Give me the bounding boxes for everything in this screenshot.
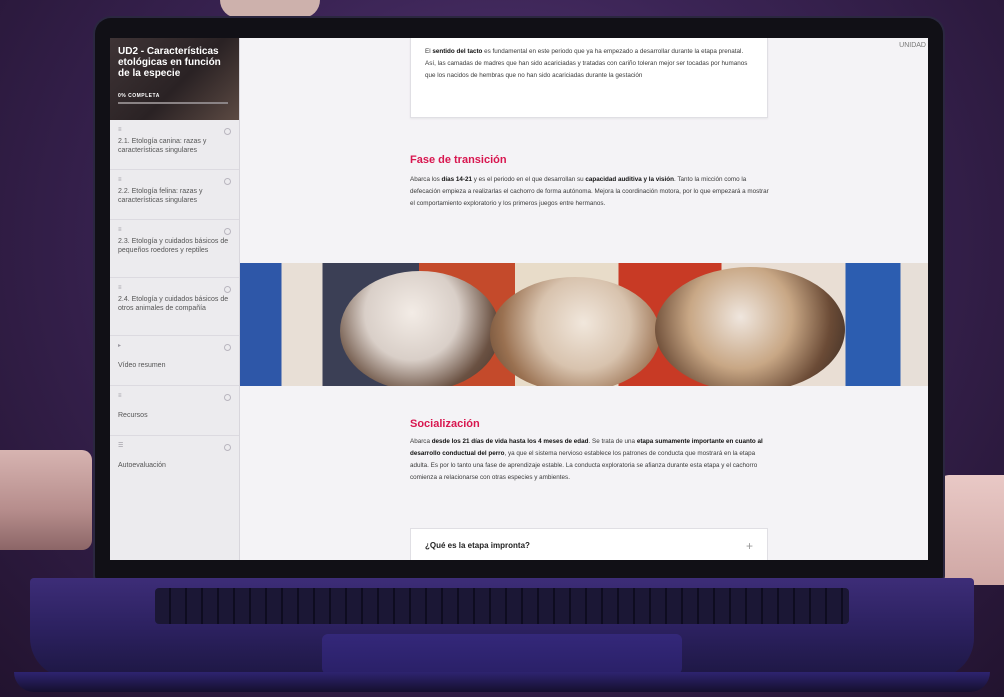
progress-bar	[118, 102, 228, 104]
video-icon: ▸	[118, 343, 122, 349]
unit-label: UNIDAD	[899, 42, 926, 49]
lesson-icon: ≡	[118, 177, 122, 183]
status-circle-icon	[224, 286, 231, 293]
background-object	[0, 450, 92, 550]
status-circle-icon	[224, 228, 231, 235]
sidebar-item-self-assessment[interactable]: ☰ Autoevaluación	[110, 436, 239, 486]
status-circle-icon	[224, 444, 231, 451]
course-header: UD2 - Características etológicas en func…	[110, 38, 239, 120]
sidebar-item-2-1[interactable]: ≡ 2.1. Etología canina: razas y caracter…	[110, 120, 239, 170]
sidebar-item-label: Recursos	[118, 412, 148, 419]
section-title-transition: Fase de transición	[410, 154, 507, 166]
course-sidebar: UD2 - Características etológicas en func…	[110, 38, 240, 560]
status-circle-icon	[224, 344, 231, 351]
expand-plus-icon[interactable]: +	[746, 539, 753, 553]
sidebar-item-2-3[interactable]: ≡ 2.3. Etología y cuidados básicos de pe…	[110, 220, 239, 278]
progress-label: 0% COMPLETA	[118, 93, 160, 99]
quiz-icon: ☰	[118, 443, 124, 449]
trackpad	[322, 634, 682, 674]
puppies-banner-image	[240, 263, 928, 386]
laptop-screen: UD2 - Características etológicas en func…	[110, 38, 928, 560]
laptop-bottom-edge	[14, 672, 990, 692]
lesson-icon: ≡	[118, 285, 122, 291]
section-title-socialization: Socialización	[410, 418, 480, 430]
sidebar-item-label: 2.2. Etología felina: razas y caracterís…	[118, 188, 203, 204]
accordion-title: ¿Qué es la etapa impronta?	[425, 541, 530, 550]
lesson-content: UNIDAD El sentido del tacto es fundament…	[240, 38, 928, 560]
sidebar-item-2-2[interactable]: ≡ 2.2. Etología felina: razas y caracter…	[110, 170, 239, 220]
keyboard	[155, 588, 849, 624]
sidebar-item-label: Vídeo resumen	[118, 362, 166, 369]
resources-icon: ≡	[118, 393, 122, 399]
course-title: UD2 - Características etológicas en func…	[118, 46, 221, 79]
laptop-deck	[30, 578, 974, 678]
sidebar-item-label: Autoevaluación	[118, 462, 166, 469]
sidebar-item-resources[interactable]: ≡ Recursos	[110, 386, 239, 436]
sidebar-item-label: 2.1. Etología canina: razas y caracterís…	[118, 138, 207, 154]
lesson-icon: ≡	[118, 127, 122, 133]
background-object	[939, 475, 1004, 585]
socialization-paragraph: Abarca desde los 21 días de vida hasta l…	[410, 438, 763, 481]
imprinting-accordion[interactable]: ¿Qué es la etapa impronta? +	[410, 528, 768, 560]
sidebar-item-label: 2.4. Etología y cuidados básicos de otro…	[118, 296, 229, 312]
sidebar-item-video[interactable]: ▸ Vídeo resumen	[110, 336, 239, 386]
lesson-icon: ≡	[118, 227, 122, 233]
status-circle-icon	[224, 178, 231, 185]
background-object	[220, 0, 320, 18]
sidebar-item-2-4[interactable]: ≡ 2.4. Etología y cuidados básicos de ot…	[110, 278, 239, 336]
status-circle-icon	[224, 128, 231, 135]
intro-paragraph: El sentido del tacto es fundamental en e…	[425, 48, 748, 79]
intro-card: El sentido del tacto es fundamental en e…	[410, 38, 768, 118]
transition-paragraph: Abarca los días 14-21 y es el periodo en…	[410, 176, 769, 207]
status-circle-icon	[224, 394, 231, 401]
sidebar-item-label: 2.3. Etología y cuidados básicos de pequ…	[118, 238, 229, 254]
